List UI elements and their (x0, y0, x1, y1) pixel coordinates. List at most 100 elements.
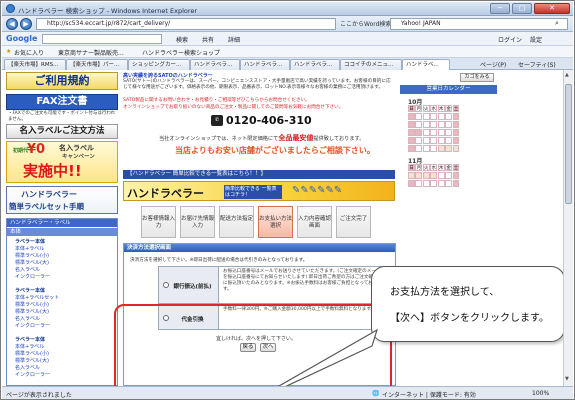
set-title: ハンドラベラー (21, 190, 77, 199)
best-price: 全品最安値 (278, 134, 314, 142)
weekday-sat: 土 (452, 164, 460, 171)
phone-block: ✆ 0120-406-310 (211, 114, 312, 128)
calendar-week (408, 180, 460, 188)
tab-3[interactable]: ショッピングカー... (128, 59, 190, 70)
favorite-link-1[interactable]: 東京商サナー製品販売... (58, 48, 124, 57)
callout-line-2: 【次へ】ボタンをクリックします。 (390, 313, 549, 324)
scroll-down-icon[interactable]: ▼ (565, 376, 569, 382)
label-set-banner[interactable]: ハンドラベラー 簡単ラベルセット手順 (6, 186, 118, 214)
vertical-scrollbar[interactable]: ▲ ▼ (563, 70, 573, 386)
google-more-button[interactable]: 詳細 (228, 35, 240, 44)
nav-link[interactable]: 名入ラベル (15, 266, 40, 273)
view-cart-button[interactable]: カゴをみる (460, 73, 494, 82)
bank-transfer-desc: お振込口座番号はメールでお送りさせていただきます。(ご注文確定のメールを振込口座… (223, 269, 383, 292)
best-price-lead: 当社オンラインショップでは、ネット限定価格にて (159, 136, 279, 142)
window-title: ハンドラベラー 検索ショップ - Windows Internet Explor… (18, 7, 198, 15)
nav-link[interactable]: 本体+ラベル (15, 343, 44, 350)
tab-8-active[interactable]: ハンドラベ... (402, 59, 450, 70)
nav-subheading: 本体 (7, 228, 117, 236)
nav-group-head[interactable]: ラベラー本体 (15, 287, 45, 294)
weekday-tue: 火 (422, 105, 430, 112)
nav-link[interactable]: 名入ラベル (15, 364, 40, 371)
nav-link[interactable]: 標準ラベル(大) (15, 357, 49, 364)
google-share-button[interactable]: 共有 (202, 35, 214, 44)
weekday-sun: 日 (408, 105, 415, 112)
calendar-october: 日 月 火 水 木 金 土 (408, 105, 460, 153)
step-5: 入力内容確認画面 (297, 206, 332, 238)
nav-link[interactable]: インクローラー (15, 273, 50, 280)
search-input[interactable]: Yahoo! JAPAN (390, 18, 568, 30)
nav-link[interactable]: 標準ラベル(小) (15, 252, 49, 259)
campaign-small-label: 初期代 (13, 148, 29, 154)
google-search-button[interactable]: 検索 (176, 35, 188, 44)
calendar-week (408, 137, 460, 145)
nav-group-head[interactable]: ラベラー本体 (15, 336, 45, 343)
close-button[interactable]: ✕ (534, 3, 570, 14)
ie-icon (6, 4, 15, 13)
best-price-tail: 提供致しております。 (313, 136, 365, 142)
weekday-thu: 木 (437, 164, 445, 171)
compare-banner[interactable]: ハンドラベラー 簡単比較できる 一覧表はコチラ！ ✎✎✎✎✎✎ (123, 181, 395, 201)
page-menu[interactable]: ページ(P) (480, 60, 506, 69)
nav-link[interactable]: 標準ラベル(大) (15, 259, 49, 266)
payment-option-label: 銀行振込(前払) (159, 267, 219, 303)
back-arrow-icon[interactable]: ◀ (6, 18, 18, 30)
maximize-button[interactable]: □ (512, 3, 532, 14)
campaign-price: ¥0 (27, 142, 46, 157)
campaign-big: 実施中!! (23, 162, 82, 180)
cheaper-shop-note: 当店よりもお安い店舗がございましたらご相談下さい。 (175, 146, 375, 155)
tab-6[interactable]: ハンドラベラ... (290, 59, 340, 70)
weekday-thu: 木 (437, 105, 445, 112)
tab-5[interactable]: ハンドラベラ... (240, 59, 290, 70)
callout-line-1: お支払方法を選択して、 (390, 287, 500, 298)
scroll-thumb[interactable] (565, 84, 572, 204)
status-bar: ページが表示されました 🌐 インターネット | 保護モード: 有効 100% (2, 386, 573, 399)
scroll-up-icon[interactable]: ▲ (565, 72, 569, 78)
compare-bar[interactable]: 【ハンドラベラー 簡単比較できる一覧表はこちら！！】 (123, 170, 395, 179)
nav-link[interactable]: インクローラー (15, 371, 50, 378)
forward-arrow-icon[interactable]: ▶ (20, 18, 32, 30)
nav-link[interactable]: 名入ラベル (15, 315, 40, 322)
calendar-weekday-row: 日 月 火 水 木 金 土 (408, 105, 460, 113)
best-price-line: 当社オンラインショップでは、ネット限定価格にて全品最安値提供致しております。 (159, 133, 399, 143)
word-search-label: ここからWord検索 (340, 21, 392, 28)
google-logo: Google (6, 34, 38, 43)
nav-link[interactable]: 本体+ラベル (15, 245, 44, 252)
weekday-wed: 水 (430, 105, 438, 112)
instruction-callout: お支払方法を選択して、 【次へ】ボタンをクリックします。 (371, 266, 563, 342)
google-signin-button[interactable]: ログイン (498, 35, 522, 44)
compare-title: ハンドラベラー (127, 187, 204, 200)
nav-group-head[interactable]: ラベラー本体 (15, 238, 45, 245)
labeler-icons: ✎✎✎✎✎✎ (292, 185, 343, 196)
nav-link[interactable]: 標準ラベル(小) (15, 301, 49, 308)
google-search-input[interactable] (42, 34, 162, 44)
google-settings-button[interactable]: 設定 (530, 35, 542, 44)
address-bar: ◀ ▶ http://sc534.eccart.jp/r872/cart_del… (2, 16, 573, 32)
nav-link[interactable]: 本体+ラベルセット (15, 294, 59, 301)
search-engine-label: Yahoo! JAPAN (401, 20, 441, 27)
bank-transfer-radio[interactable] (163, 282, 169, 288)
minimize-button[interactable]: ─ (490, 3, 510, 14)
calendar-week (408, 129, 460, 137)
notice-text: SATO(サトー)のハンドラベラーは、スーパー、コンビニエンスストア・大手量販店… (123, 79, 391, 90)
tab-4[interactable]: ハンドラベラ... (190, 59, 240, 70)
usage-terms-banner[interactable]: ご利用規約 (6, 72, 118, 90)
nav-link[interactable]: 標準ラベル(大) (15, 308, 49, 315)
tab-1[interactable]: 【楽天市場】RMS... (4, 59, 66, 70)
safety-menu[interactable]: セーフティ(S) (518, 60, 556, 69)
nav-link[interactable]: 標準ラベル(小) (15, 350, 49, 357)
tab-2[interactable]: 【楽天市場】パー... (66, 59, 128, 70)
nav-link[interactable]: インクローラー (15, 322, 50, 329)
url-input[interactable]: http://sc534.eccart.jp/r872/cart_deliver… (36, 18, 336, 30)
left-sidebar: ご利用規約 FAX注文書 ・FAXでのご注文も可能です・ポイント付与は行われませ… (6, 70, 118, 386)
favorite-link-2[interactable]: ハンドラベラー検索ショップ (142, 48, 220, 57)
notice-text-2: SATO製品に関するお問い合わせ・お見積り・ご相談等ぜひこちらからお問合せくださ… (123, 98, 310, 103)
weekday-wed: 水 (430, 164, 438, 171)
tab-7[interactable]: ココイチのメニュ... (340, 59, 402, 70)
zoom-level[interactable]: 100% (532, 390, 549, 397)
search-icon[interactable]: ⌕ (555, 19, 559, 28)
name-label-order-banner[interactable]: 名入ラベルご注文方法 (6, 124, 118, 139)
campaign-banner[interactable]: 初期代 ¥0 名入ラベル キャンペーン 実施中!! (6, 141, 118, 183)
fax-order-banner[interactable]: FAX注文書 (6, 94, 118, 110)
favorites-button[interactable]: お気に入り (14, 48, 44, 57)
